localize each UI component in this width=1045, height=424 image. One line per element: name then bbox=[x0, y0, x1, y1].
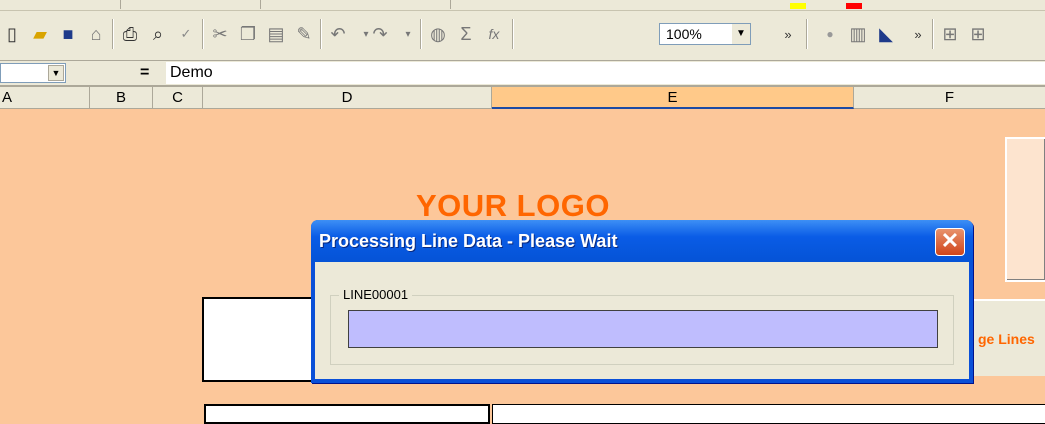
close-button[interactable]: ✕ bbox=[935, 228, 965, 256]
dialog-title: Processing Line Data - Please Wait bbox=[319, 231, 618, 251]
toolbar-separator bbox=[260, 0, 261, 9]
undo-icon[interactable]: ↶ bbox=[326, 21, 350, 47]
manage-lines-button[interactable]: ge Lines bbox=[966, 299, 1045, 376]
dialog-body: LINE00001 bbox=[315, 262, 969, 379]
manage-lines-label: ge Lines bbox=[978, 331, 1035, 347]
close-icon: ✕ bbox=[940, 228, 960, 253]
formula-bar: ▼ = Demo bbox=[0, 61, 1045, 86]
sheet-cell-box[interactable] bbox=[492, 404, 1045, 424]
equals-sign: = bbox=[140, 64, 150, 81]
toolbar-separator bbox=[120, 0, 121, 9]
toolbar-options-icon[interactable]: » bbox=[906, 21, 930, 47]
chart-icon[interactable]: ▥ bbox=[846, 21, 870, 47]
progress-bar bbox=[348, 310, 938, 348]
save-icon[interactable]: ■ bbox=[56, 21, 80, 47]
chevron-down-icon[interactable]: ▼ bbox=[732, 24, 750, 44]
autosum-icon[interactable]: Σ bbox=[454, 21, 478, 47]
column-header-a[interactable]: A bbox=[0, 87, 90, 109]
bullet-icon[interactable]: ● bbox=[818, 21, 842, 47]
paste-icon[interactable]: ▤ bbox=[264, 21, 288, 47]
format-painter-icon[interactable]: ✎ bbox=[292, 21, 316, 47]
zoom-value: 100% bbox=[666, 26, 702, 42]
copy-icon[interactable]: ❐ bbox=[236, 21, 260, 47]
column-header-d[interactable]: D bbox=[203, 87, 492, 109]
permission-icon[interactable]: ⌂ bbox=[84, 21, 108, 47]
column-header-f[interactable]: F bbox=[854, 87, 1045, 109]
redo-icon[interactable]: ↷ bbox=[368, 21, 392, 47]
column-header-e[interactable]: E bbox=[492, 87, 854, 109]
sheet-textbox[interactable] bbox=[202, 297, 320, 382]
column-header-c[interactable]: C bbox=[153, 87, 203, 109]
name-box[interactable]: ▼ bbox=[0, 63, 66, 83]
highlight-color-icon[interactable] bbox=[790, 3, 806, 9]
frame-label: LINE00001 bbox=[339, 287, 413, 302]
function-icon[interactable]: fx bbox=[482, 21, 506, 47]
redo-dropdown-icon[interactable]: ▾ bbox=[396, 21, 420, 47]
drawing-icon[interactable]: ◣ bbox=[874, 21, 898, 47]
processing-dialog: Processing Line Data - Please Wait ✕ LIN… bbox=[311, 220, 973, 383]
print-preview-icon[interactable]: ⌕ bbox=[146, 21, 170, 47]
sheet-cell-box[interactable] bbox=[204, 404, 490, 424]
sheet-button[interactable] bbox=[1005, 137, 1045, 282]
spelling-icon[interactable]: ✓ bbox=[174, 21, 198, 47]
new-icon[interactable]: ▯ bbox=[0, 21, 24, 47]
font-color-icon[interactable] bbox=[846, 3, 862, 9]
hyperlink-icon[interactable]: ◍ bbox=[426, 21, 450, 47]
formula-input[interactable]: Demo bbox=[166, 62, 1045, 84]
standard-toolbar: ▯ ▰ ■ ⌂ ⎙ ⌕ ✓ ✂ ❐ ▤ ✎ ↶ ▾ ↷ ▾ ◍ Σ fx 100… bbox=[0, 11, 1045, 61]
grid-icon[interactable]: ⊞ bbox=[966, 21, 990, 47]
dialog-titlebar[interactable]: Processing Line Data - Please Wait ✕ bbox=[311, 220, 973, 262]
print-icon[interactable]: ⎙ bbox=[118, 21, 142, 47]
cut-icon[interactable]: ✂ bbox=[208, 21, 232, 47]
toolbar-options-icon[interactable]: » bbox=[776, 21, 800, 47]
open-icon[interactable]: ▰ bbox=[28, 21, 52, 47]
toolbar-separator bbox=[450, 0, 451, 9]
column-header-b[interactable]: B bbox=[90, 87, 153, 109]
chevron-down-icon[interactable]: ▼ bbox=[48, 65, 64, 81]
zoom-select[interactable]: 100% ▼ bbox=[659, 23, 751, 45]
grid-icon[interactable]: ⊞ bbox=[938, 21, 962, 47]
top-toolbar-strip bbox=[0, 0, 1045, 11]
logo-text: YOUR LOGO bbox=[416, 188, 610, 223]
